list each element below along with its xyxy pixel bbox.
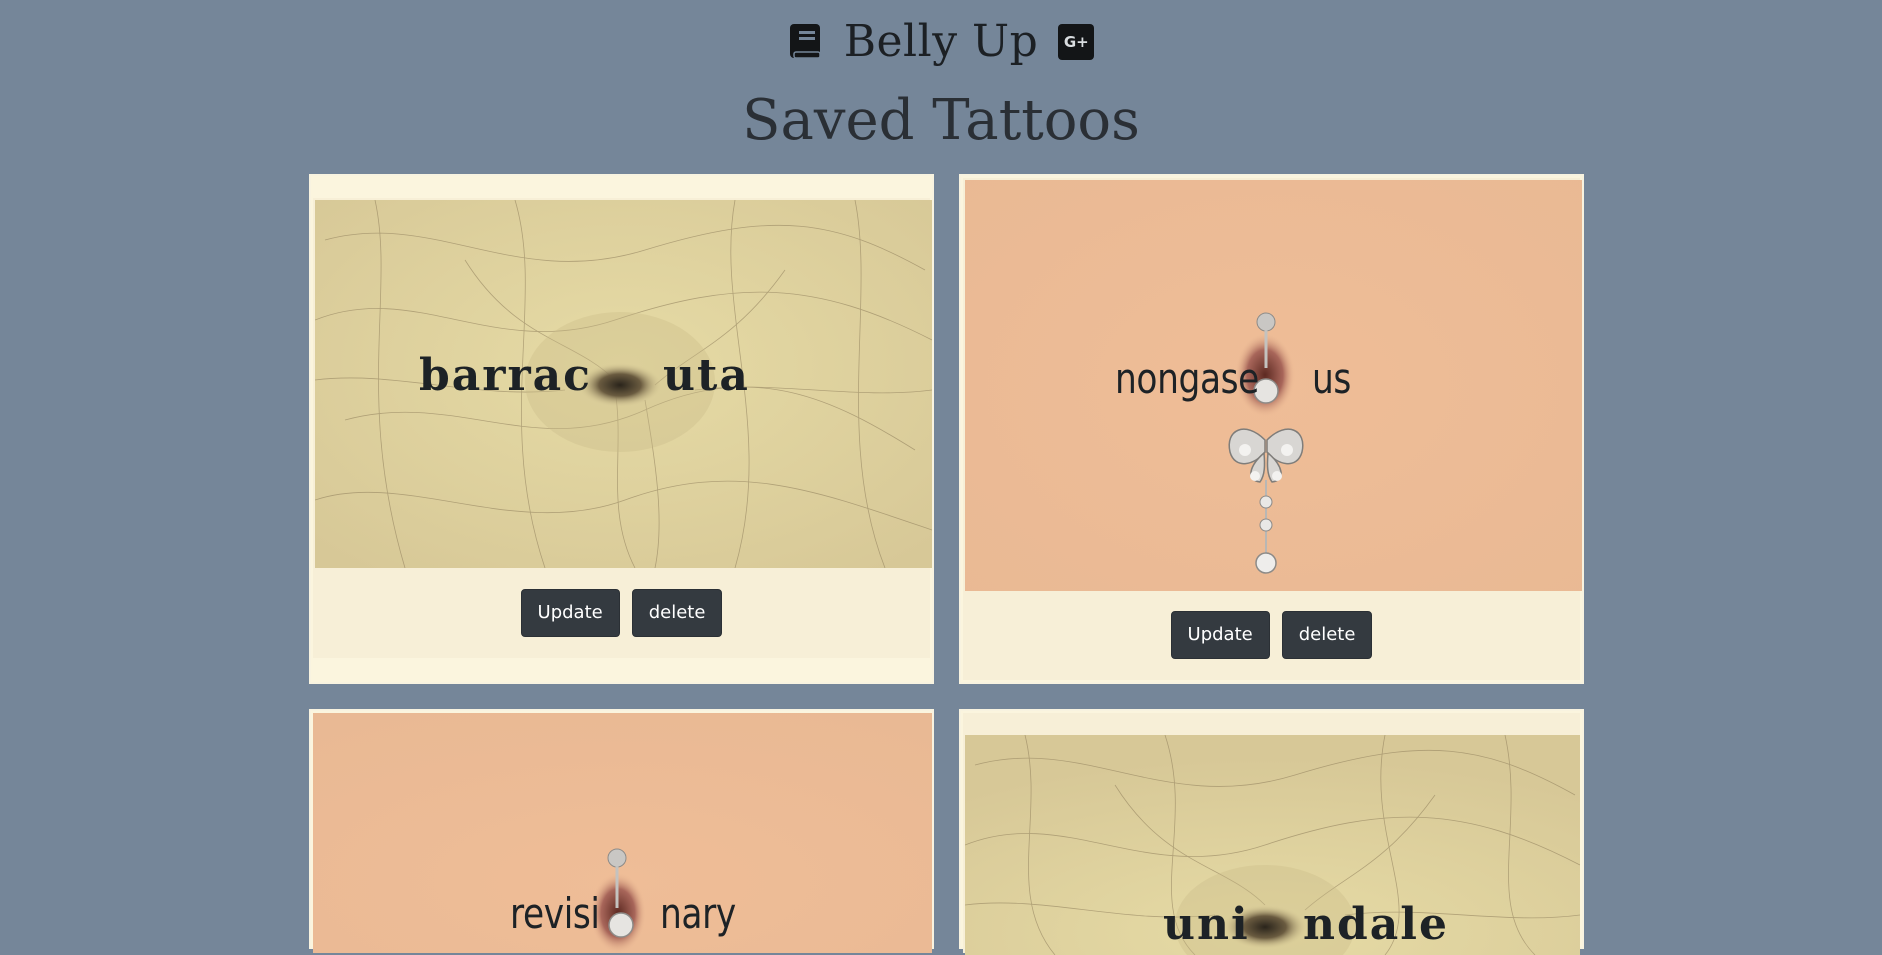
delete-button[interactable]: delete	[631, 589, 723, 637]
tattoo-card: uni ndale	[959, 709, 1584, 955]
tattoo-card: nongase us Update delete	[959, 174, 1584, 684]
tattoo-word-left: uni	[1163, 899, 1250, 950]
tattoo-preview-image: revisi nary	[313, 713, 932, 953]
tattoo-card: barrac uta Update delete	[309, 174, 934, 684]
tattoo-preview-image: barrac uta	[315, 200, 932, 568]
update-button[interactable]: Update	[520, 589, 620, 637]
book-icon[interactable]	[788, 24, 824, 60]
tattoo-word-right: ndale	[1303, 899, 1449, 950]
tattoo-word-left: nongase	[1115, 354, 1259, 403]
google-plus-icon[interactable]: G+	[1058, 24, 1095, 60]
tattoo-word-right: us	[1312, 354, 1351, 403]
app-title[interactable]: Belly Up	[844, 14, 1039, 70]
tattoo-word-left: barrac	[419, 350, 592, 401]
tattoo-word-left: revisi	[510, 889, 600, 938]
update-button[interactable]: Update	[1170, 611, 1270, 659]
tattoo-preview-image: uni ndale	[965, 735, 1580, 955]
app-header: Belly Up G+	[0, 14, 1882, 70]
tattoo-card: revisi nary	[309, 709, 934, 953]
page-title: Saved Tattoos	[742, 88, 1140, 153]
tattoo-word-right: nary	[660, 889, 736, 938]
card-actions: Update delete	[311, 589, 932, 637]
tattoo-word-right: uta	[663, 350, 750, 401]
tattoo-preview-image: nongase us	[965, 180, 1582, 591]
card-actions: Update delete	[961, 611, 1582, 659]
delete-button[interactable]: delete	[1281, 611, 1373, 659]
